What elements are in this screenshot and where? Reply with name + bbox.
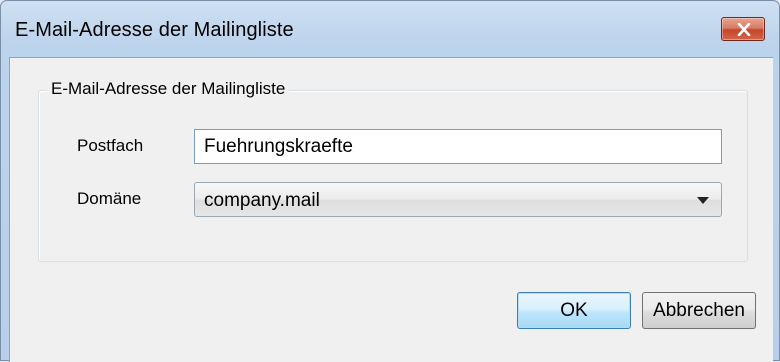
title-bar[interactable]: E-Mail-Adresse der Mailingliste: [1, 1, 779, 57]
ok-button[interactable]: OK: [517, 292, 631, 329]
mailinglist-address-group: E-Mail-Adresse der Mailingliste Postfach…: [38, 79, 748, 262]
close-button[interactable]: [721, 17, 765, 41]
group-legend: E-Mail-Adresse der Mailingliste: [47, 79, 290, 99]
domaene-label: Domäne: [77, 189, 142, 208]
domaene-select[interactable]: company.mail: [194, 182, 722, 217]
window-title: E-Mail-Adresse der Mailingliste: [15, 19, 294, 41]
dialog-content: E-Mail-Adresse der Mailingliste Postfach…: [9, 57, 773, 362]
domaene-selected-value: company.mail: [204, 190, 320, 211]
chevron-down-icon: [697, 197, 709, 204]
cancel-button[interactable]: Abbrechen: [642, 292, 756, 329]
postfach-label: Postfach: [77, 136, 144, 155]
postfach-input[interactable]: [194, 129, 722, 164]
close-icon: [737, 23, 751, 36]
dialog-window: E-Mail-Adresse der Mailingliste E-Mail-A…: [0, 0, 780, 362]
